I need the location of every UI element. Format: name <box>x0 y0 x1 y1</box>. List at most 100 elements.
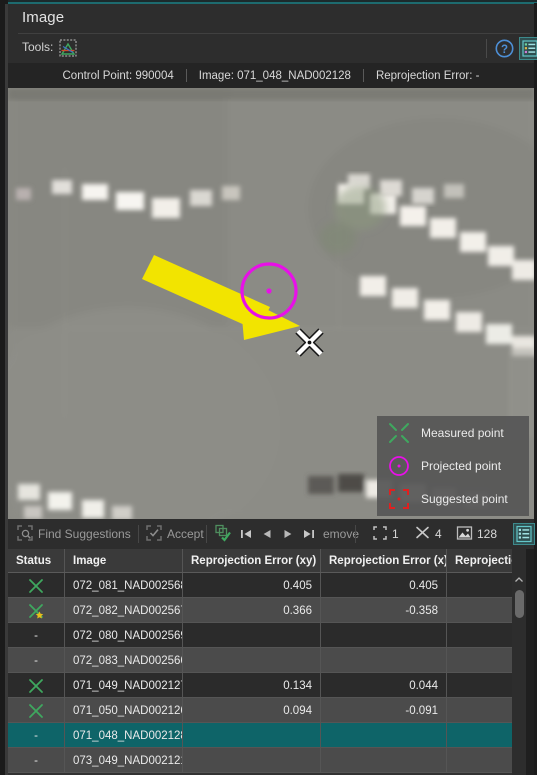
find-suggestions-label: Find Suggestions <box>38 527 131 541</box>
row-image-cell: 072_082_NAD002567 <box>65 598 183 623</box>
row-error-x-cell <box>321 648 447 673</box>
row-status-cell: - <box>8 748 65 773</box>
go-to-last-icon[interactable] <box>300 524 317 544</box>
find-suggestions-button[interactable]: Find Suggestions <box>16 519 131 549</box>
table-row[interactable]: 071_050_NAD002126 0.094 -0.091 <box>8 698 520 723</box>
table-column-header[interactable]: Status <box>8 549 65 573</box>
measured-count-value: 4 <box>435 527 442 541</box>
legend-item-measured: Measured point <box>377 416 529 449</box>
image-count-value: 128 <box>477 527 498 541</box>
table-header: Status Image Reprojection Error (xy) Reproj… <box>8 549 534 573</box>
row-status-cell: - <box>8 723 65 748</box>
suggested-count-icon <box>372 525 388 544</box>
row-image-cell: 072_080_NAD002569 <box>65 623 183 648</box>
row-image-cell: 073_049_NAD002121 <box>65 748 183 773</box>
legend-label-projected: Projected point <box>421 458 502 473</box>
row-error-x-cell: -0.091 <box>321 698 447 723</box>
row-error-x-cell <box>321 723 447 748</box>
measured-status-icon <box>29 678 43 693</box>
go-to-next-icon[interactable] <box>279 524 296 544</box>
table-row[interactable]: 072_081_NAD002568 0.405 0.405 <box>8 573 520 598</box>
svg-text:?: ? <box>501 44 508 56</box>
image-panel-window: Image Tools: ? Control Point: 990004 Ima… <box>0 0 537 775</box>
table-row[interactable]: -071_048_NAD002128 <box>8 723 520 748</box>
add-point-icon[interactable] <box>213 523 233 546</box>
table-row[interactable]: 072_082_NAD002567 0.366 -0.358 <box>8 598 520 623</box>
info-bar: Control Point: 990004 Image: 071_048_NAD… <box>8 63 534 88</box>
row-error-x-cell: 0.044 <box>321 673 447 698</box>
navigation-group: emove <box>213 519 359 549</box>
measured-status-icon <box>29 703 43 718</box>
table-row[interactable]: 071_049_NAD002127 0.134 0.044 <box>8 673 520 698</box>
show-list-icon-bottom[interactable] <box>513 523 535 545</box>
row-error-xy-cell: 0.366 <box>183 598 321 623</box>
scrollbar-thumb[interactable] <box>515 590 524 618</box>
go-to-previous-icon[interactable] <box>258 524 275 544</box>
toolbar-sep-2 <box>206 525 207 543</box>
table-row[interactable]: -072_083_NAD002566 <box>8 648 520 673</box>
table-row[interactable]: -073_049_NAD002121 <box>8 748 520 773</box>
row-error-x-cell: 0.405 <box>321 573 447 598</box>
image-count-icon <box>456 525 473 544</box>
row-error-xy-cell: 0.094 <box>183 698 321 723</box>
row-error-xy-cell: 0.134 <box>183 673 321 698</box>
accept-label: Accept <box>167 527 204 541</box>
row-error-x-cell <box>321 748 447 773</box>
row-error-xy-cell <box>183 623 321 648</box>
measured-point-icon <box>377 416 421 449</box>
remove-label[interactable]: emove <box>323 527 359 541</box>
find-suggestions-icon <box>16 524 34 545</box>
row-error-x-cell: -0.358 <box>321 598 447 623</box>
suggested-count: 1 <box>372 519 399 549</box>
scroll-up-icon[interactable] <box>512 573 526 587</box>
panel-title-bar: Image <box>8 4 534 34</box>
legend-label-measured: Measured point <box>421 425 504 440</box>
select-measure-point-icon[interactable] <box>56 37 80 60</box>
accept-button[interactable]: Accept <box>145 519 204 549</box>
help-question-icon[interactable]: ? <box>494 38 515 59</box>
marker-legend: Measured point Projected point Suggested… <box>377 416 529 516</box>
accept-icon <box>145 524 163 545</box>
legend-label-suggested: Suggested point <box>421 492 508 507</box>
row-status-cell <box>8 598 65 623</box>
row-status-cell: - <box>8 648 65 673</box>
points-table: Status Image Reprojection Error (xy) Reproj… <box>8 549 534 775</box>
legend-item-suggested: Suggested point <box>377 483 529 516</box>
row-error-xy-cell: 0.405 <box>183 573 321 598</box>
image-canvas[interactable]: Measured point Projected point Suggested… <box>8 88 534 519</box>
control-point-info: Control Point: 990004 <box>62 69 174 82</box>
row-image-cell: 071_050_NAD002126 <box>65 698 183 723</box>
table-column-header[interactable]: Reprojection Error (xy) <box>183 549 321 573</box>
go-to-first-icon[interactable] <box>237 524 254 544</box>
show-list-icon[interactable] <box>519 37 537 60</box>
row-error-x-cell <box>321 623 447 648</box>
table-vertical-scrollbar[interactable] <box>512 549 526 775</box>
measured-status-icon <box>29 603 44 618</box>
measured-count: 4 <box>414 519 442 549</box>
table-right-edge <box>526 549 534 775</box>
row-image-cell: 072_081_NAD002568 <box>65 573 183 598</box>
table-row[interactable]: -072_080_NAD002569 <box>8 623 520 648</box>
page-title: Image <box>22 9 65 26</box>
projected-point-icon <box>377 449 421 482</box>
row-separator <box>8 772 520 773</box>
measured-status-icon <box>29 578 43 593</box>
toolbar-sep-1 <box>138 525 139 543</box>
row-image-cell: 071_049_NAD002127 <box>65 673 183 698</box>
image-info: Image: 071_048_NAD002128 <box>198 69 351 82</box>
row-image-cell: 072_083_NAD002566 <box>65 648 183 673</box>
row-error-xy-cell <box>183 723 321 748</box>
suggested-point-icon <box>377 483 421 516</box>
row-image-cell: 071_048_NAD002128 <box>65 723 183 748</box>
row-status-cell: - <box>8 623 65 648</box>
table-column-header[interactable]: Image <box>65 549 183 573</box>
measured-count-icon <box>414 524 431 544</box>
table-body: 072_081_NAD002568 0.405 0.405 072_082_NAD00… <box>8 573 534 775</box>
image-count: 128 <box>456 519 497 549</box>
row-error-xy-cell <box>183 648 321 673</box>
tools-separator <box>486 39 487 58</box>
row-error-xy-cell <box>183 748 321 773</box>
row-status-cell <box>8 698 65 723</box>
legend-item-projected: Projected point <box>377 449 529 482</box>
table-column-header[interactable]: Reprojection Error (x) <box>321 549 447 573</box>
